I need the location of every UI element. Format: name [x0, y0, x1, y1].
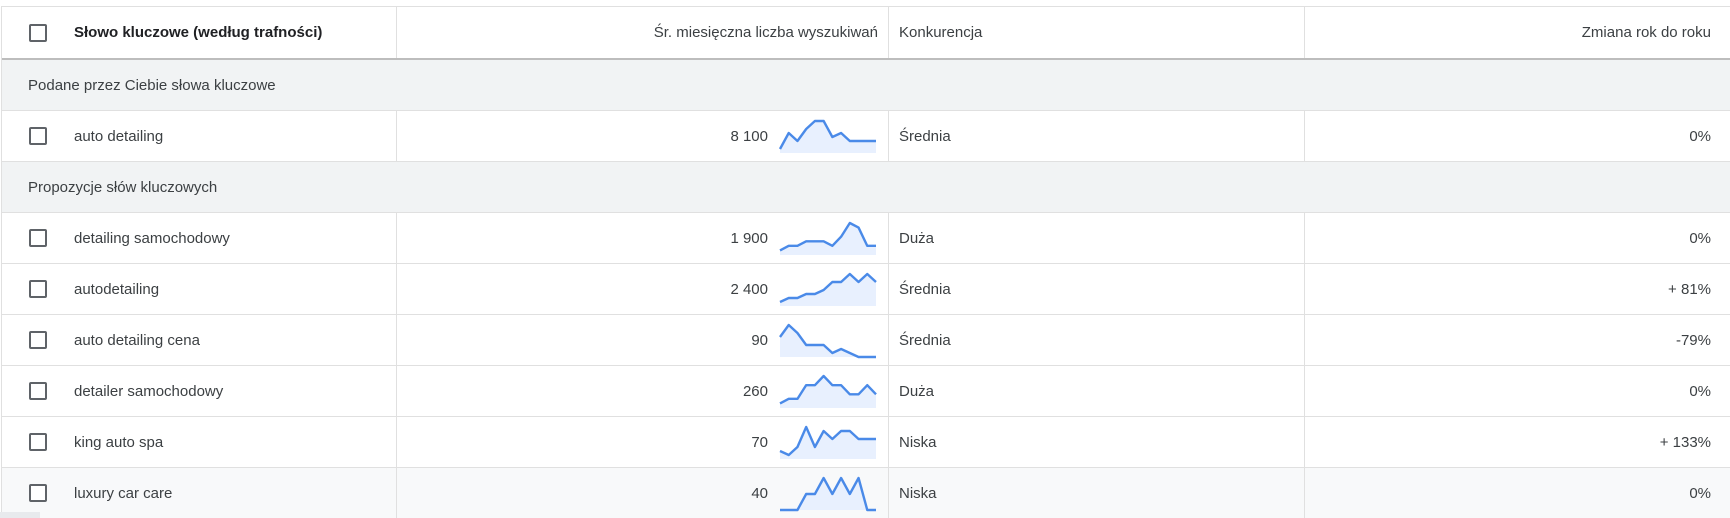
select-all-checkbox[interactable] — [29, 23, 47, 42]
volume-value: 40 — [751, 484, 768, 502]
volume-value: 70 — [751, 433, 768, 451]
volume-cell: 2 400 — [396, 264, 888, 314]
yoy-change-value: 0% — [1304, 213, 1730, 263]
group-row-provided: Podane przez Ciebie słowa kluczowe — [2, 60, 1730, 111]
yoy-change-value: + 133% — [1304, 417, 1730, 467]
sparkline-area — [780, 478, 876, 510]
row-checkbox[interactable] — [29, 229, 47, 247]
row-checkbox[interactable] — [29, 484, 47, 502]
row-select-cell — [2, 111, 74, 161]
competition-value: Średnia — [888, 315, 1304, 365]
yoy-change-value: 0% — [1304, 468, 1730, 518]
volume-cell: 70 — [396, 417, 888, 467]
row-select-cell — [2, 264, 74, 314]
volume-value: 8 100 — [730, 127, 768, 145]
select-all-cell — [2, 7, 74, 58]
keyword-text: auto detailing — [74, 127, 164, 145]
keyword-text: autodetailing — [74, 280, 160, 298]
keyword-text: detailer samochodowy — [74, 382, 224, 400]
group-row-ideas: Propozycje słów kluczowych — [2, 162, 1730, 213]
header-keyword[interactable]: Słowo kluczowe (według trafności) — [74, 7, 396, 58]
group-label-ideas: Propozycje słów kluczowych — [28, 178, 218, 196]
row-select-cell — [2, 366, 74, 416]
table-row-2[interactable]: autodetailing 2 400 Średnia + 81% — [2, 264, 1730, 315]
table-row-5[interactable]: king auto spa 70 Niska + 133% — [2, 417, 1730, 468]
keyword-text: luxury car care — [74, 484, 173, 502]
volume-value: 260 — [742, 382, 768, 400]
row-checkbox[interactable] — [29, 382, 47, 400]
competition-value: Średnia — [888, 264, 1304, 314]
table-row-3[interactable]: auto detailing cena 90 Średnia -79% — [2, 315, 1730, 366]
keyword-planner-table-view: Słowo kluczowe (według trafności) Śr. mi… — [0, 0, 1730, 518]
keyword-text: king auto spa — [74, 433, 164, 451]
row-select-cell — [2, 213, 74, 263]
row-select-cell — [2, 315, 74, 365]
table-row-4[interactable]: detailer samochodowy 260 Duża 0% — [2, 366, 1730, 417]
row-select-cell — [2, 468, 74, 518]
trend-sparkline[interactable] — [778, 217, 878, 259]
scroll-handle[interactable] — [0, 512, 40, 518]
header-yoy-change[interactable]: Zmiana rok do roku — [1304, 7, 1730, 58]
trend-sparkline[interactable] — [778, 268, 878, 310]
volume-cell: 1 900 — [396, 213, 888, 263]
competition-value: Średnia — [888, 111, 1304, 161]
trend-sparkline[interactable] — [778, 421, 878, 463]
group-label-provided: Podane przez Ciebie słowa kluczowe — [28, 76, 276, 94]
trend-sparkline[interactable] — [778, 319, 878, 361]
keyword-text: detailing samochodowy — [74, 229, 230, 247]
row-checkbox[interactable] — [29, 331, 47, 349]
competition-value: Duża — [888, 213, 1304, 263]
sparkline-area — [780, 223, 876, 255]
keyword-table: Słowo kluczowe (według trafności) Śr. mi… — [1, 6, 1730, 518]
table-header: Słowo kluczowe (według trafności) Śr. mi… — [2, 7, 1730, 60]
sparkline-area — [780, 427, 876, 459]
volume-cell: 8 100 — [396, 111, 888, 161]
yoy-change-value: 0% — [1304, 366, 1730, 416]
volume-cell: 90 — [396, 315, 888, 365]
yoy-change-value: -79% — [1304, 315, 1730, 365]
trend-sparkline[interactable] — [778, 115, 878, 157]
header-competition[interactable]: Konkurencja — [888, 7, 1304, 58]
yoy-change-value: 0% — [1304, 111, 1730, 161]
volume-cell: 260 — [396, 366, 888, 416]
row-checkbox[interactable] — [29, 433, 47, 451]
volume-cell: 40 — [396, 468, 888, 518]
table-row-1[interactable]: detailing samochodowy 1 900 Duża 0% — [2, 213, 1730, 264]
volume-value: 1 900 — [730, 229, 768, 247]
row-checkbox[interactable] — [29, 280, 47, 298]
table-row-6[interactable]: luxury car care 40 Niska 0% — [2, 468, 1730, 518]
volume-value: 2 400 — [730, 280, 768, 298]
header-volume[interactable]: Śr. miesięczna liczba wyszukiwań — [396, 7, 888, 58]
row-select-cell — [2, 417, 74, 467]
competition-value: Niska — [888, 468, 1304, 518]
volume-value: 90 — [751, 331, 768, 349]
yoy-change-value: + 81% — [1304, 264, 1730, 314]
competition-value: Duża — [888, 366, 1304, 416]
row-checkbox[interactable] — [29, 127, 47, 145]
keyword-text: auto detailing cena — [74, 331, 200, 349]
competition-value: Niska — [888, 417, 1304, 467]
table-row-0[interactable]: auto detailing 8 100 Średnia 0% — [2, 111, 1730, 162]
trend-sparkline[interactable] — [778, 472, 878, 514]
trend-sparkline[interactable] — [778, 370, 878, 412]
